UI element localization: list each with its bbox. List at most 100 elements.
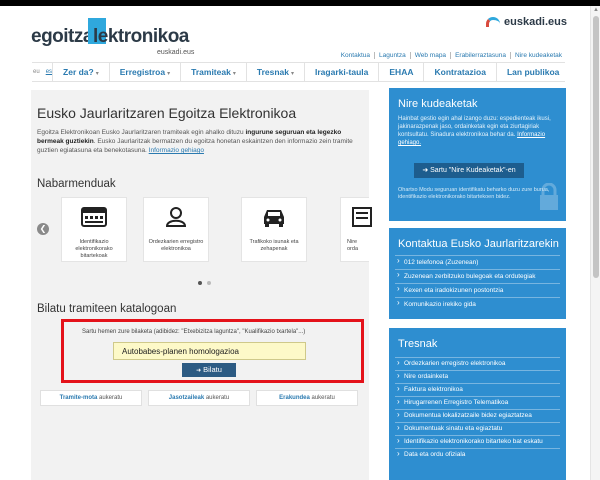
contact-link-012[interactable]: 012 telefonoa (Zuzenean) (395, 255, 560, 269)
chevron-down-icon: ▾ (167, 71, 171, 77)
nav-item-label: Tramiteak (191, 67, 231, 77)
euskadi-brand-label: euskadi.eus (504, 16, 567, 28)
utility-links: Kontaktua Laguntza Web mapa Erabilerrazt… (337, 52, 566, 59)
featured-heading: Nabarmenduak (37, 178, 116, 190)
tab-bold: Erakundea (279, 395, 310, 401)
intro-part-a: Egoitza Elektronikoan Eusko Jaurlaritzar… (37, 129, 246, 136)
nav-item-lan-publikoa[interactable]: Lan publikoa (495, 62, 569, 82)
util-link-erabilerraztasuna[interactable]: Erabilerraztasuna (450, 52, 510, 59)
logo[interactable]: egoitza lektronikoa euskadi.eus (31, 18, 201, 56)
main-panel: Eusko Jaurlaritzaren Egoitza Elektroniko… (31, 90, 373, 480)
contact-box: Kontaktua Eusko Jaurlaritzarekin 012 tel… (389, 228, 566, 319)
search-button-label: Bilatu (203, 365, 222, 374)
scroll-up-icon[interactable]: ▲ (593, 7, 599, 13)
nav-item-erregistroa[interactable]: Erregistroa ▾ (108, 62, 180, 82)
page-scrollbar[interactable]: ▲ (590, 6, 600, 480)
tools-link[interactable]: Data eta ordu ofiziala (395, 448, 560, 461)
nav-item-zer-da[interactable]: Zer da? ▾ (52, 62, 109, 82)
tab-organization[interactable]: Erakundea aukeratu (256, 390, 358, 406)
my-procedures-box: Nire kudeaketak Hainbat gestio egin ahal… (389, 88, 566, 221)
tools-link[interactable]: Faktura elektronikoa (395, 383, 560, 396)
tab-rest: aukeratu (97, 395, 123, 401)
euskadi-mark-icon (486, 17, 501, 27)
nav-item-label: Tresnak (256, 67, 289, 77)
id-card-icon (81, 207, 107, 227)
lock-icon (540, 183, 558, 210)
featured-card-label: Ordezkarien erregistro elektronikoa (148, 239, 204, 252)
tools-link[interactable]: Identifikazio elektronikorako bitarteko … (395, 435, 560, 448)
nav-item-tresnak[interactable]: Tresnak ▾ (245, 62, 304, 82)
carousel-dots (198, 281, 211, 285)
my-procedures-title: Nire kudeaketak (398, 98, 478, 110)
featured-card-my-payments[interactable]: Nire orda (340, 197, 373, 262)
lang-eu[interactable]: eu (33, 69, 40, 75)
logo-word-egoitza: egoitza (31, 26, 93, 47)
chevron-down-icon: ▾ (232, 71, 236, 77)
contact-link-complaints[interactable]: Kexen eta iradokizunen postontzia (395, 283, 560, 297)
contact-link-offices[interactable]: Zuzenean zerbitzuko bulegoak eta orduteg… (395, 269, 560, 283)
tab-rest: aukeratu (309, 395, 335, 401)
logo-word-elektronikoa: lektronikoa (93, 26, 189, 47)
featured-card-label: Identifikazio elektronikorako bitartekoa… (75, 239, 113, 259)
chevron-down-icon: ▾ (95, 71, 99, 77)
search-input[interactable] (113, 342, 306, 360)
tab-rest: aukeratu (204, 395, 230, 401)
nav-item-label: Zer da? (63, 67, 94, 77)
search-button-arrow-icon: ➜ (196, 368, 202, 374)
nav-item-kontratazioa[interactable]: Kontratazioa (423, 62, 495, 82)
featured-card-representatives[interactable]: Ordezkarien erregistro elektronikoa (143, 197, 209, 262)
nav-items: Zer da? ▾ Erregistroa ▾ Tramiteak ▾ Tresnak ▾ Ir… (52, 62, 569, 82)
featured-card-label: Nire orda (347, 239, 359, 252)
enter-my-procedures-button[interactable]: ➜ Sartu "Nire Kudeaketak"-en (414, 163, 524, 178)
intro-more-info-link[interactable]: Informazio gehiago (149, 147, 204, 154)
util-link-nire-kudeaketak[interactable]: Nire kudeaketak (510, 52, 566, 59)
util-link-web-mapa[interactable]: Web mapa (409, 52, 450, 59)
tools-link[interactable]: Dokumentuak sinatu eta egiaztatu (395, 422, 560, 435)
featured-card-traffic-fines[interactable]: Trafikoko isunak eta zehapenak (241, 197, 307, 262)
my-procedures-text: Hainbat gestio egin ahal izango duzu: es… (398, 115, 558, 147)
main-nav: eu es Zer da? ▾ Erregistroa ▾ Tramiteak ▾ Tres… (32, 62, 565, 82)
carousel-dot-1[interactable] (198, 281, 202, 285)
nav-item-label: Lan publikoa (506, 67, 560, 77)
contact-link-guide[interactable]: Komunikazio irekiko gida (395, 297, 560, 311)
scrollbar-thumb[interactable] (593, 16, 599, 278)
util-link-laguntza[interactable]: Laguntza (373, 52, 410, 59)
logo-subtitle: euskadi.eus (157, 49, 195, 56)
tools-link[interactable]: Ordezkarien erregistro elektronikoa (395, 357, 560, 370)
enter-button-label: Sartu "Nire Kudeaketak"-en (430, 167, 516, 174)
nav-item-label: Erregistroa (119, 67, 166, 77)
nav-item-tramiteak[interactable]: Tramiteak ▾ (180, 62, 246, 82)
carousel-prev-button[interactable]: ❮ (37, 223, 49, 235)
tools-list: Ordezkarien erregistro elektronikoa Nire… (395, 357, 560, 461)
tools-box: Tresnak Ordezkarien erregistro elektroni… (389, 328, 566, 480)
tab-recipients[interactable]: Jasotzaileak aukeratu (148, 390, 250, 406)
util-link-kontaktua[interactable]: Kontaktua (337, 52, 374, 59)
tools-title: Tresnak (398, 338, 438, 350)
person-icon (165, 207, 187, 227)
search-heading: Bilatu tramiteen katalogoan (37, 303, 177, 315)
language-switcher: eu es (32, 69, 52, 75)
search-hint: Sartu hemen zure bilaketa (adibidez: "Et… (82, 329, 306, 335)
tools-link[interactable]: Dokumentua lokalizatzaile bidez egiaztat… (395, 409, 560, 422)
catalog-search-box: Sartu hemen zure bilaketa (adibidez: "Et… (61, 319, 364, 383)
featured-card-identification[interactable]: Identifikazio elektronikorako bitartekoa… (61, 197, 127, 262)
carousel-dot-2[interactable] (207, 281, 211, 285)
page-title: Eusko Jaurlaritzaren Egoitza Elektroniko… (37, 105, 297, 121)
contact-title: Kontaktua Eusko Jaurlaritzarekin (398, 238, 559, 250)
tab-procedure-type[interactable]: Tramite-mota aukeratu (40, 390, 142, 406)
euskadi-brand-link[interactable]: euskadi.eus (486, 16, 567, 28)
document-icon (352, 207, 373, 227)
car-icon (264, 210, 284, 227)
my-procedures-note: Ohartxo Modu seguruan identifikatu behar… (398, 187, 550, 200)
catalog-filter-tabs: Tramite-mota aukeratu Jasotzaileak auker… (40, 390, 358, 406)
intro-text: Egoitza Elektronikoan Eusko Jaurlaritzar… (37, 128, 367, 155)
search-button[interactable]: ➜ Bilatu (182, 363, 236, 377)
tools-link[interactable]: Hirugarrenen Erregistro Telematikoa (395, 396, 560, 409)
nav-item-label: EHAA (389, 67, 414, 77)
contact-list: 012 telefonoa (Zuzenean) Zuzenean zerbit… (395, 255, 560, 311)
tools-link[interactable]: Nire ordainketa (395, 370, 560, 383)
nav-item-ehaa[interactable]: EHAA (378, 62, 423, 82)
nav-item-label: Kontratazioa (434, 67, 486, 77)
tab-bold: Jasotzaileak (168, 395, 205, 401)
nav-item-iragarki-taula[interactable]: Iragarki-taula (304, 62, 378, 82)
